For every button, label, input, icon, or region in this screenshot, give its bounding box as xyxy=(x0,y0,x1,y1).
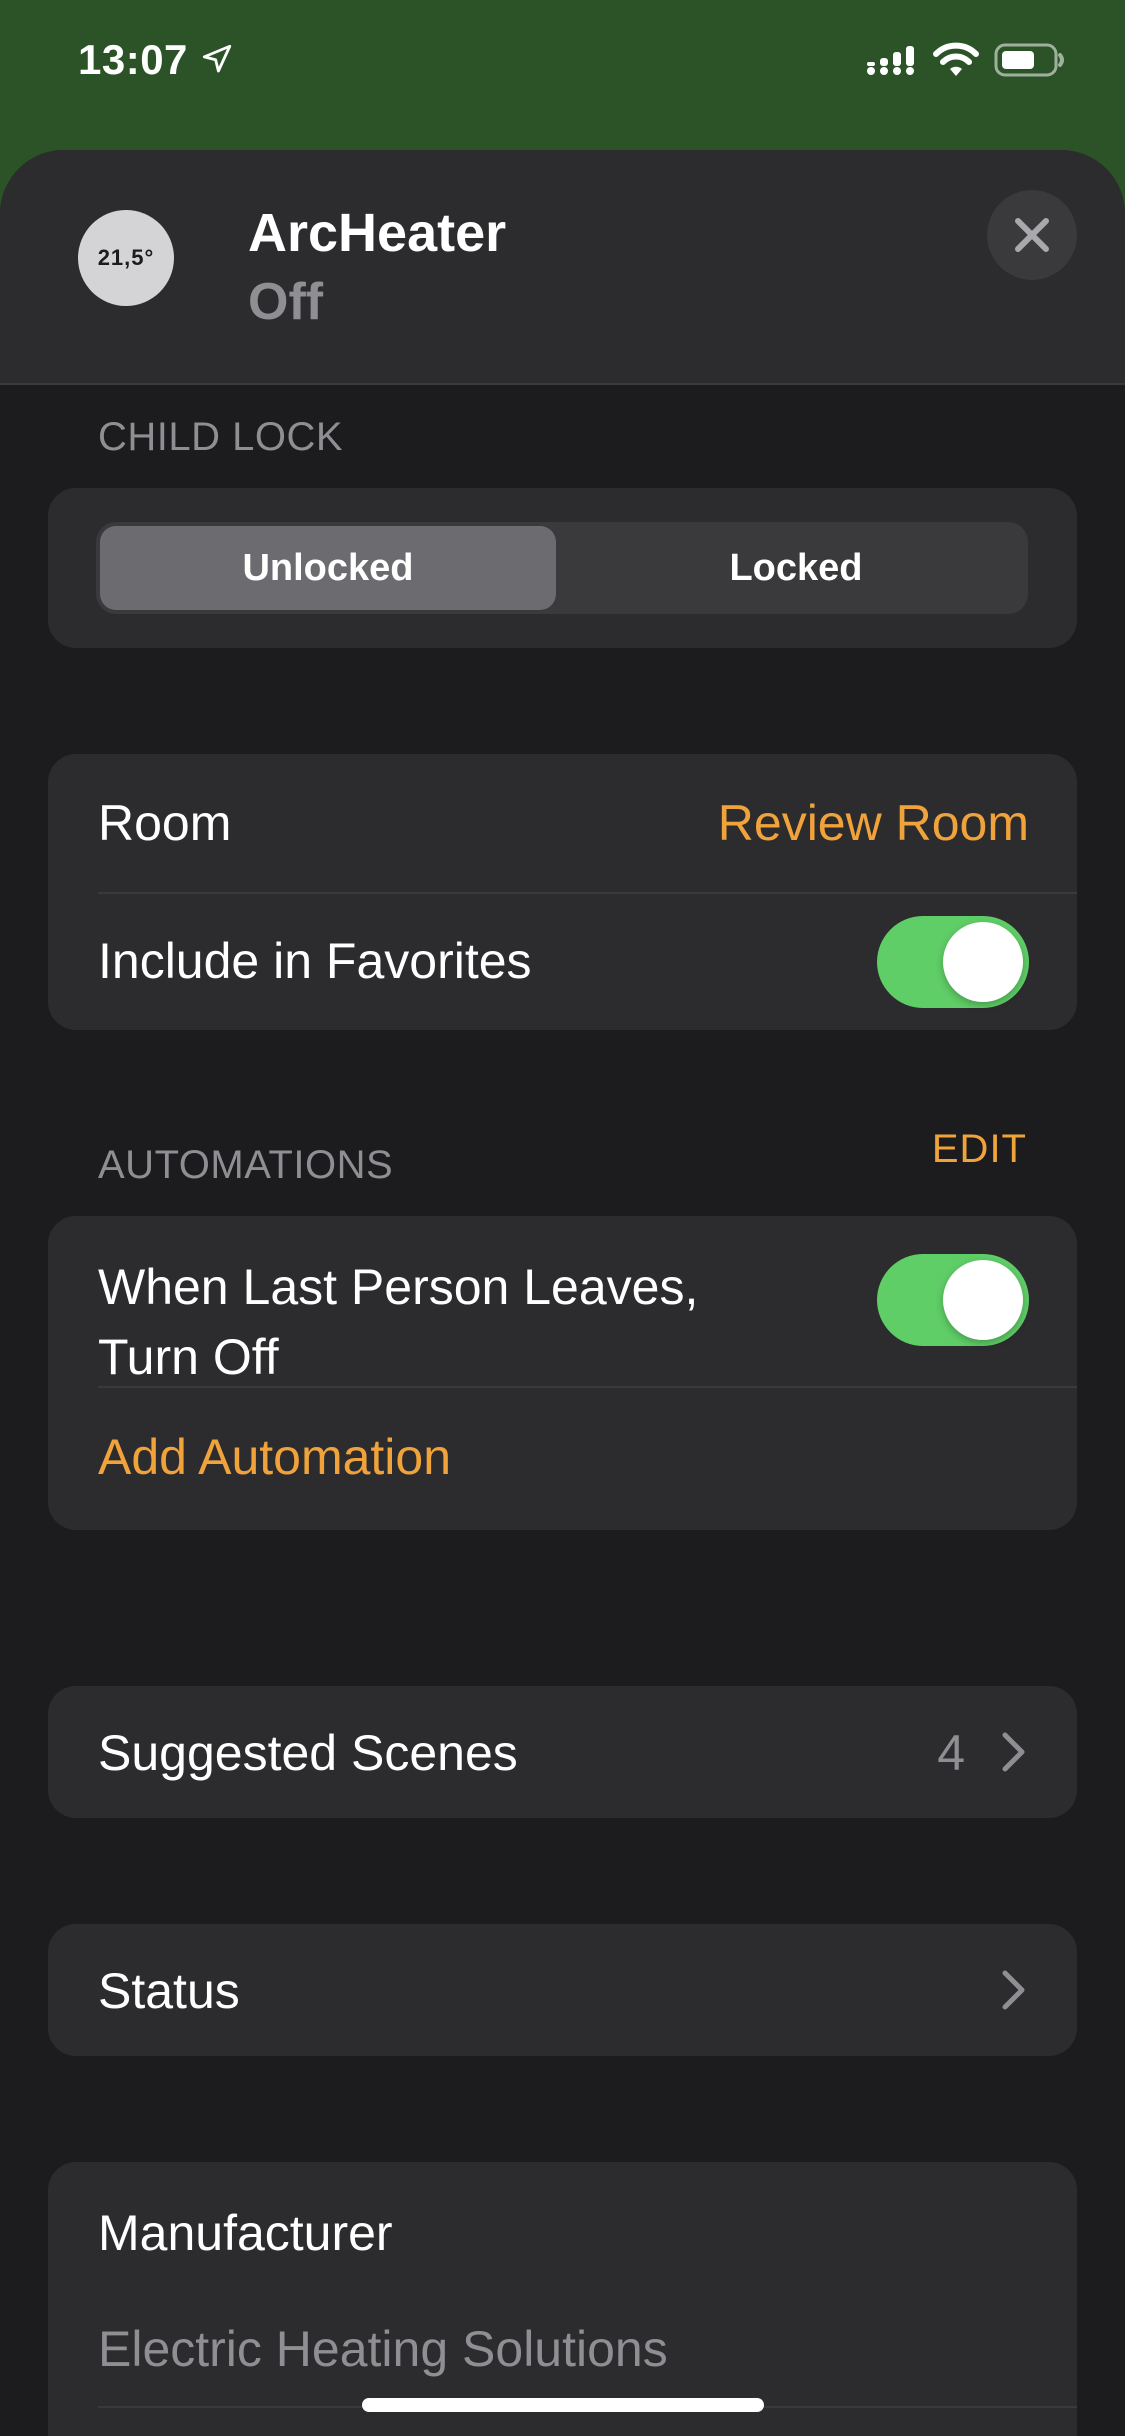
edit-automations-button[interactable]: EDIT xyxy=(932,1127,1027,1172)
chevron-right-icon xyxy=(1002,1732,1025,1772)
close-icon xyxy=(1015,218,1049,252)
automation-label-line1: When Last Person Leaves, xyxy=(98,1259,699,1315)
add-automation-row[interactable]: Add Automation xyxy=(48,1388,1077,1530)
manufacturer-value: Electric Heating Solutions xyxy=(98,2321,668,2377)
child-lock-card: Unlocked Locked xyxy=(48,488,1077,648)
child-lock-section-label: CHILD LOCK xyxy=(98,415,344,459)
room-row[interactable]: Room Review Room xyxy=(48,754,1077,892)
toggle-knob xyxy=(943,1260,1023,1340)
room-card: Room Review Room Include in Favorites xyxy=(48,754,1077,1030)
status-row[interactable]: Status xyxy=(48,1924,1077,2056)
battery-icon xyxy=(994,43,1064,77)
suggested-scenes-row[interactable]: Suggested Scenes 4 xyxy=(48,1686,1077,1818)
room-label: Room xyxy=(98,795,232,851)
chevron-right-icon xyxy=(1002,1970,1025,2010)
add-automation-button[interactable]: Add Automation xyxy=(98,1428,451,1486)
manufacturer-card: Manufacturer Electric Heating Solutions xyxy=(48,2162,1077,2436)
location-arrow-icon xyxy=(202,44,232,73)
close-button[interactable] xyxy=(987,190,1077,280)
signal-icon xyxy=(867,46,914,75)
wifi-icon xyxy=(933,42,979,76)
automation-label-line2: Turn Off xyxy=(98,1329,279,1385)
sheet-header: 21,5° ArcHeater Off xyxy=(0,150,1125,385)
status-bar: 13:07 xyxy=(0,0,1125,150)
accessory-detail-sheet: 21,5° ArcHeater Off CHILD LOCK Unlocked … xyxy=(0,150,1125,2436)
suggested-scenes-count: 4 xyxy=(937,1725,965,1781)
automation-toggle[interactable] xyxy=(877,1254,1029,1346)
automations-section-label: AUTOMATIONS xyxy=(98,1143,394,1187)
toggle-knob xyxy=(943,922,1023,1002)
device-temperature: 21,5° xyxy=(97,245,155,270)
home-indicator[interactable] xyxy=(362,2398,764,2412)
favorites-label: Include in Favorites xyxy=(98,933,532,989)
device-name: ArcHeater xyxy=(248,203,507,263)
segment-unlocked[interactable]: Unlocked xyxy=(100,526,556,610)
device-state: Off xyxy=(248,273,324,331)
child-lock-segmented-control: Unlocked Locked xyxy=(96,522,1028,614)
automations-card: When Last Person Leaves, Turn Off Add Au… xyxy=(48,1216,1077,1530)
automation-row[interactable]: When Last Person Leaves, Turn Off xyxy=(48,1216,1077,1385)
room-value[interactable]: Review Room xyxy=(718,794,1029,852)
status-label: Status xyxy=(98,1963,240,2019)
heater-device-icon[interactable]: 21,5° xyxy=(78,210,174,306)
segment-locked[interactable]: Locked xyxy=(568,526,1024,610)
favorites-toggle[interactable] xyxy=(877,916,1029,1008)
favorites-row: Include in Favorites xyxy=(48,894,1077,1030)
suggested-scenes-label: Suggested Scenes xyxy=(98,1725,518,1781)
manufacturer-label: Manufacturer xyxy=(98,2205,393,2261)
status-time: 13:07 xyxy=(78,36,188,83)
automation-label: When Last Person Leaves, Turn Off xyxy=(98,1252,698,1392)
